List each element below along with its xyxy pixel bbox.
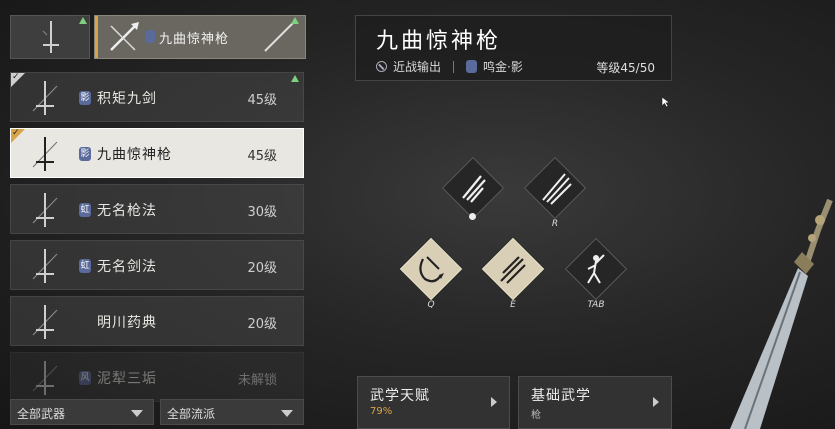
skill-key-label: R	[551, 219, 559, 229]
school-badge-icon	[145, 30, 155, 43]
school-badge-icon: 虹	[79, 259, 91, 273]
weapon-name: 明川药典	[97, 315, 157, 331]
weapon-icon	[32, 137, 58, 171]
chevron-down-icon	[281, 410, 293, 417]
new-indicator	[291, 17, 299, 24]
weapon-detail-header: 九曲惊神枪 近战输出 鸣金·影 等级45/50	[355, 15, 672, 81]
weapon-icon	[32, 81, 58, 115]
school-filter-dropdown[interactable]: 全部流派	[160, 399, 304, 425]
chevron-right-icon	[653, 397, 659, 407]
triple-spear-icon	[542, 173, 572, 205]
weapon-list: ✓ 影积矩九剑 45级 ✓ 影九曲惊神枪 45级虹无名枪法 30级虹无名剑法 20级 明川药典 2…	[10, 72, 304, 408]
weapon-role: 近战输出	[393, 60, 442, 74]
skill-key-label: Q	[427, 300, 435, 310]
check-icon: ✓	[11, 128, 25, 143]
new-indicator	[79, 17, 87, 24]
weapon-slot-primary[interactable]: 九曲惊神枪	[94, 15, 306, 59]
weapon-level: 20级	[247, 261, 277, 276]
weapon-icon	[32, 361, 58, 395]
selected-weapon-name: 九曲惊神枪	[159, 32, 230, 47]
no-entry-icon	[376, 61, 387, 72]
weapon-list-item[interactable]: 明川药典 20级	[10, 296, 304, 346]
skill-spear-strike[interactable]: E	[480, 236, 546, 310]
skill-key-label: TAB	[587, 300, 605, 310]
martial-talent-card[interactable]: 武学天赋 79%	[357, 376, 510, 429]
weapon-icon	[32, 193, 58, 227]
weapon-name: 无名枪法	[97, 203, 157, 219]
basic-title: 基础武学	[531, 388, 591, 404]
skill-triple-spear[interactable]: R	[522, 155, 588, 229]
basic-martial-card[interactable]: 基础武学 枪	[518, 376, 672, 429]
weapon-name: 九曲惊神枪	[97, 147, 172, 163]
active-bar	[95, 16, 98, 58]
weapon-list-item[interactable]: ✓ 影九曲惊神枪 45级	[10, 128, 304, 178]
school-badge-icon: 影	[79, 147, 91, 161]
weapon-level: 30级	[247, 205, 277, 220]
weapon-name: 积矩九剑	[97, 91, 157, 107]
weapon-icon	[32, 305, 58, 339]
school-badge-icon	[466, 60, 478, 73]
check-icon: ✓	[11, 72, 25, 87]
weapon-list-item[interactable]: 风泥犁三垢 未解锁	[10, 352, 304, 402]
skill-spear-thrust[interactable]	[440, 155, 506, 221]
mouse-cursor-icon	[661, 96, 671, 108]
spin-slash-icon	[419, 256, 444, 283]
weapon-list-item[interactable]: 虹无名枪法 30级	[10, 184, 304, 234]
spear-icon	[264, 22, 294, 52]
spear-strike-icon	[500, 256, 526, 284]
talent-title: 武学天赋	[370, 388, 430, 404]
basic-subtitle: 枪	[531, 410, 541, 421]
chevron-right-icon	[491, 397, 497, 407]
school-badge-icon: 风	[79, 371, 91, 385]
weapon-icon	[32, 249, 58, 283]
school-badge-icon: 影	[79, 91, 91, 105]
skill-spin-slash[interactable]: Q	[398, 236, 464, 310]
spear-weapon-art	[730, 198, 833, 429]
weapon-filter-label: 全部武器	[17, 407, 66, 421]
divider	[453, 60, 455, 73]
weapon-title: 九曲惊神枪	[376, 29, 502, 54]
weapon-level: 20级	[247, 317, 277, 332]
weapon-name: 无名剑法	[97, 259, 157, 275]
school-filter-label: 全部流派	[167, 407, 216, 421]
talent-progress: 79%	[370, 406, 393, 417]
skill-key-dot	[469, 213, 476, 220]
skill-key-label: E	[510, 300, 516, 310]
stance-figure-icon	[587, 254, 605, 284]
weapon-filter-dropdown[interactable]: 全部武器	[10, 399, 154, 425]
weapon-level: 45级	[247, 93, 277, 108]
spear-thrust-icon	[462, 175, 486, 203]
chevron-down-icon	[131, 410, 143, 417]
weapon-level: 等级45/50	[596, 61, 655, 75]
sword-icon	[42, 21, 59, 53]
weapon-list-item[interactable]: 虹无名剑法 20级	[10, 240, 304, 290]
weapon-level: 未解锁	[237, 373, 277, 388]
spear-crossed-icon	[110, 22, 139, 51]
new-indicator	[291, 75, 299, 82]
school-badge-icon: 虹	[79, 203, 91, 217]
weapon-level: 45级	[247, 149, 277, 164]
weapon-meta: 近战输出 鸣金·影	[376, 58, 523, 75]
weapon-name: 泥犁三垢	[97, 371, 157, 387]
weapon-school: 鸣金·影	[483, 60, 523, 74]
skill-stance-figure[interactable]: TAB	[563, 236, 629, 310]
weapon-slot-secondary[interactable]	[10, 15, 90, 59]
weapon-list-item[interactable]: ✓ 影积矩九剑 45级	[10, 72, 304, 122]
